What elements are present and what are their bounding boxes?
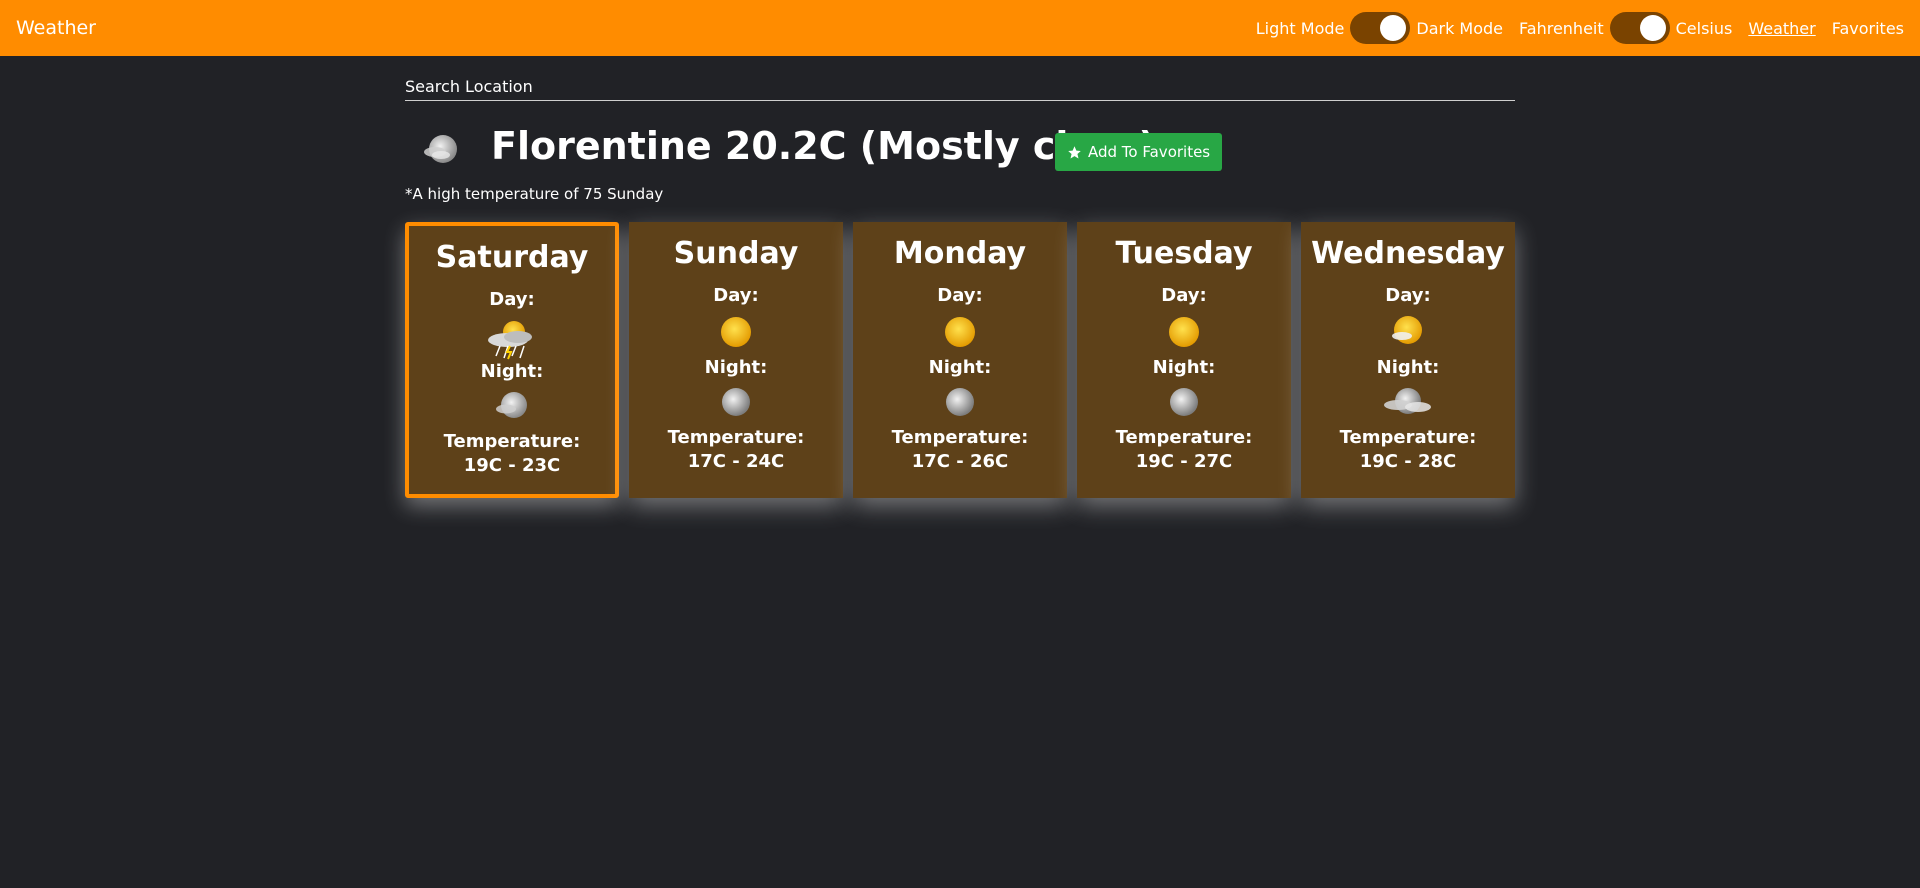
- forecast-card-sunday[interactable]: Sunday Day: Night: Temperature: 17C - 24…: [629, 222, 843, 498]
- star-icon: [1068, 145, 1081, 158]
- temperature-range: 19C - 23C: [463, 455, 561, 476]
- forecast-card-monday[interactable]: Monday Day: Night: Temperature: 17C - 26…: [853, 222, 1067, 498]
- unit-toggle-knob: [1639, 15, 1666, 41]
- temperature-range: 19C - 27C: [1135, 451, 1233, 472]
- unit-toggle[interactable]: [1609, 12, 1670, 44]
- nav-right: Light Mode Dark Mode Fahrenheit Celsius …: [1256, 12, 1904, 44]
- night-label: Night:: [1376, 357, 1440, 378]
- search-location-label: Search Location: [405, 77, 533, 96]
- temperature-range: 17C - 24C: [687, 451, 785, 472]
- temperature-label: Temperature:: [1115, 427, 1253, 448]
- night-label: Night:: [480, 361, 544, 382]
- search-location-input[interactable]: Search Location: [405, 73, 1515, 101]
- temperature-label: Temperature:: [1339, 427, 1477, 448]
- moon-clouds-icon: [1384, 388, 1431, 414]
- moon-icon: [1170, 388, 1198, 416]
- temperature-label: Temperature:: [891, 427, 1029, 448]
- temperature-label: Temperature:: [667, 427, 805, 448]
- navbar: Weather Light Mode Dark Mode Fahrenheit …: [0, 0, 1920, 56]
- forecast-card-saturday[interactable]: Saturday Day: Night: Temperature: 19C - …: [405, 222, 619, 498]
- brand[interactable]: Weather: [16, 17, 96, 39]
- moon-icon: [722, 388, 750, 416]
- temperature-range: 17C - 26C: [911, 451, 1009, 472]
- high-temperature-note: *A high temperature of 75 Sunday: [405, 185, 664, 203]
- day-label: Day:: [1161, 285, 1207, 306]
- sun-icon: [945, 317, 975, 347]
- fahrenheit-label: Fahrenheit: [1519, 18, 1604, 38]
- sun-icon: [721, 317, 751, 347]
- current-weather: Florentine 20.2C (Mostly clear) Add To F…: [405, 122, 1515, 178]
- night-label: Night:: [1152, 357, 1216, 378]
- nav-link-weather[interactable]: Weather: [1748, 19, 1815, 38]
- dark-mode-label: Dark Mode: [1416, 18, 1504, 38]
- moon-cloud-icon: [424, 135, 457, 163]
- theme-toggle-knob: [1380, 15, 1407, 41]
- day-name: Monday: [893, 236, 1027, 271]
- day-label: Day:: [1385, 285, 1431, 306]
- nav-link-favorites[interactable]: Favorites: [1832, 19, 1904, 38]
- night-label: Night:: [928, 357, 992, 378]
- add-to-favorites-button[interactable]: Add To Favorites: [1055, 133, 1223, 171]
- sun-cloud-icon: [1392, 316, 1422, 344]
- moon-icon: [946, 388, 974, 416]
- sun-storm-icon: [488, 321, 532, 360]
- light-mode-label: Light Mode: [1255, 18, 1345, 38]
- night-label: Night:: [704, 357, 768, 378]
- day-name: Wednesday: [1311, 236, 1505, 271]
- moon-cloud-icon: [496, 392, 527, 418]
- theme-toggle[interactable]: [1350, 12, 1411, 44]
- forecast-card-wednesday[interactable]: Wednesday Day: Night: Temperature: 19C -…: [1301, 222, 1515, 498]
- day-name: Sunday: [673, 236, 799, 271]
- add-to-favorites-label: Add To Favorites: [1088, 143, 1211, 161]
- day-label: Day:: [713, 285, 759, 306]
- temperature-range: 19C - 28C: [1359, 451, 1457, 472]
- day-label: Day:: [489, 289, 535, 310]
- sun-icon: [1169, 317, 1199, 347]
- day-name: Saturday: [435, 240, 589, 275]
- celsius-label: Celsius: [1675, 18, 1733, 38]
- temperature-label: Temperature:: [443, 431, 581, 452]
- forecast-cards: Saturday Day: Night: Temperature: 19C - …: [405, 222, 1515, 498]
- forecast-card-tuesday[interactable]: Tuesday Day: Night: Temperature: 19C - 2…: [1077, 222, 1291, 498]
- day-name: Tuesday: [1115, 236, 1253, 271]
- day-label: Day:: [937, 285, 983, 306]
